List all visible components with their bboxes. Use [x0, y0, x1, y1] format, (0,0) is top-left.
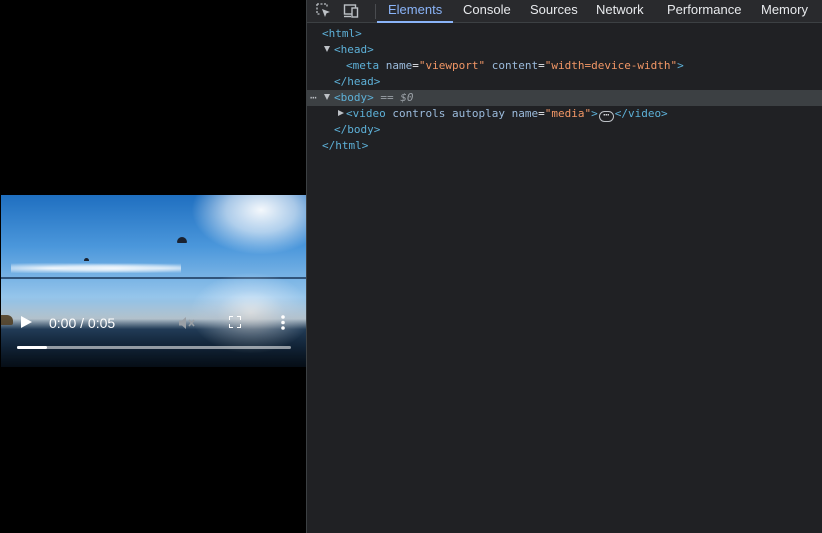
- tab-elements[interactable]: Elements: [377, 0, 454, 23]
- tab-sources[interactable]: Sources: [530, 0, 578, 23]
- expand-arrow-icon[interactable]: [338, 110, 344, 116]
- collapse-arrow-icon[interactable]: [324, 46, 330, 52]
- dom-node-body-close[interactable]: </body>: [307, 122, 822, 138]
- more-options-icon[interactable]: [281, 315, 285, 330]
- dom-node-html-close[interactable]: </html>: [307, 138, 822, 154]
- dom-node-html-open[interactable]: <html>: [307, 26, 822, 42]
- selected-node-marker: == $0: [380, 91, 414, 104]
- tab-performance[interactable]: Performance: [667, 0, 741, 23]
- video-sun: [191, 195, 306, 255]
- video-controls: 0:00 / 0:05: [1, 307, 306, 337]
- dom-node-head-close[interactable]: </head>: [307, 74, 822, 90]
- tab-memory[interactable]: Memory: [761, 0, 808, 23]
- dom-node-body[interactable]: ⋯ <body> == $0: [307, 90, 822, 106]
- play-button[interactable]: [21, 316, 32, 328]
- tab-network[interactable]: Network: [596, 0, 644, 23]
- time-display: 0:00 / 0:05: [49, 315, 116, 331]
- video-clouds: [11, 261, 181, 273]
- video-paraglider: [177, 237, 187, 243]
- video-player[interactable]: 0:00 / 0:05: [1, 195, 306, 367]
- collapsed-children-icon[interactable]: ⋯: [598, 111, 614, 122]
- row-menu-icon[interactable]: ⋯: [310, 90, 317, 106]
- dom-node-head[interactable]: <head>: [307, 42, 822, 58]
- inspect-element-icon[interactable]: [316, 3, 332, 19]
- fullscreen-icon[interactable]: [229, 316, 241, 328]
- devtools-panel: Elements Console Sources Network Perform…: [306, 0, 822, 533]
- dom-node-meta[interactable]: <meta name="viewport" content="width=dev…: [307, 58, 822, 74]
- tab-console[interactable]: Console: [463, 0, 511, 23]
- devtools-toolbar: Elements Console Sources Network Perform…: [307, 0, 822, 23]
- toolbar-separator: [375, 4, 376, 19]
- collapse-arrow-icon[interactable]: [324, 94, 330, 100]
- page-viewport: 0:00 / 0:05: [0, 0, 306, 533]
- progress-bar[interactable]: [17, 346, 291, 349]
- progress-fill: [17, 346, 48, 349]
- dom-tree: <html> <head> <meta name="viewport" cont…: [307, 26, 822, 154]
- video-paraglider-small: [84, 258, 89, 261]
- volume-muted-icon[interactable]: [179, 316, 195, 330]
- device-toolbar-icon[interactable]: [343, 3, 359, 19]
- dom-node-video[interactable]: <video controls autoplay name="media"> ⋯ <…: [307, 106, 822, 122]
